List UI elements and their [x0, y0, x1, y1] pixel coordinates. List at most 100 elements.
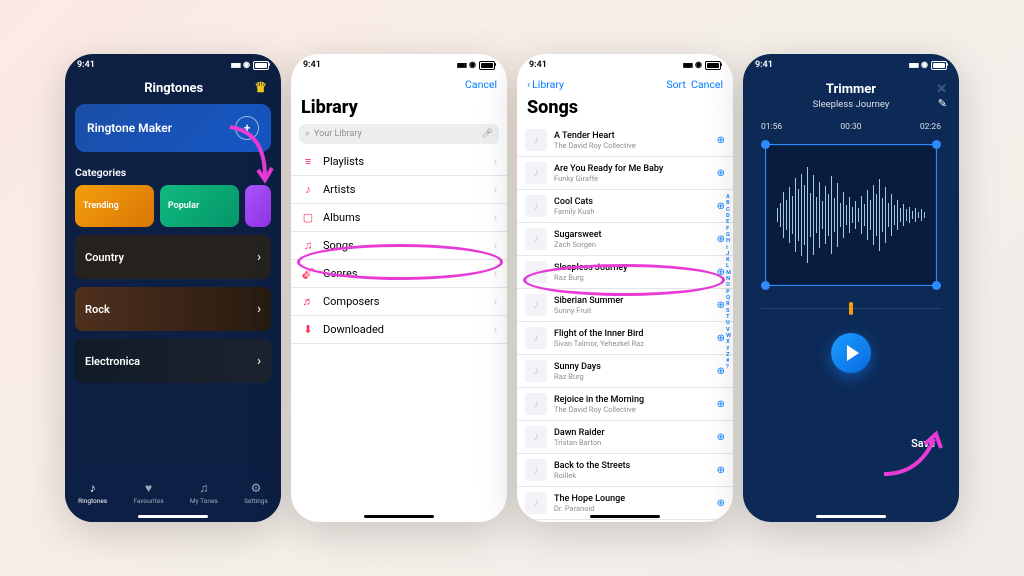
library-row-albums[interactable]: ▢Albums› — [291, 204, 507, 232]
person-icon: ♫ — [199, 481, 208, 495]
download-icon[interactable]: ⊕ — [717, 432, 725, 443]
index-letter[interactable]: ? — [726, 364, 731, 370]
chip-more[interactable] — [245, 185, 271, 227]
chip-popular[interactable]: Popular — [160, 185, 239, 227]
song-row[interactable]: ♪Flight of the Inner BirdSivan Talmor, Y… — [517, 322, 733, 355]
home-indicator[interactable] — [590, 515, 660, 518]
seek-slider[interactable] — [761, 308, 941, 309]
trim-handle-tl[interactable] — [761, 140, 770, 149]
signal-icon — [231, 60, 240, 70]
song-row[interactable]: ♪Sunny DaysRaz Burg⊕ — [517, 355, 733, 388]
status-bar: 9:41 — [65, 54, 281, 76]
song-art: ♪ — [525, 492, 547, 514]
library-row-artists[interactable]: ♪Artists› — [291, 176, 507, 204]
row-label: Artists — [323, 183, 355, 196]
sort-button[interactable]: Sort — [666, 78, 685, 91]
tab-ringtones[interactable]: ♪Ringtones — [78, 481, 107, 505]
song-row[interactable]: ♪A Tender HeartThe David Roy Collective⊕ — [517, 124, 733, 157]
library-row-composers[interactable]: ♬Composers› — [291, 288, 507, 316]
row-label: Composers — [323, 295, 379, 308]
cancel-button[interactable]: Cancel — [691, 78, 723, 91]
download-icon[interactable]: ⊕ — [717, 267, 725, 278]
song-title: Flight of the Inner Bird — [554, 329, 710, 339]
alphabet-index[interactable]: ABCDEFGHIJKLMNOPQRSTUVWXYZ#? — [726, 194, 731, 371]
header: Trimmer✕ — [743, 76, 959, 99]
library-row-songs[interactable]: ♫Songs› — [291, 232, 507, 260]
song-row[interactable]: ♪Are You Ready for Me BabyFunky Giraffe⊕ — [517, 157, 733, 190]
download-icon[interactable]: ⊕ — [717, 333, 725, 344]
song-row[interactable]: ♪Siberian SummerSunny Fruit⊕ — [517, 289, 733, 322]
tab-mytones[interactable]: ♫My Tones — [190, 481, 218, 505]
add-button[interactable]: + — [235, 116, 259, 140]
download-icon[interactable]: ⊕ — [717, 498, 725, 509]
signal-icon — [457, 60, 466, 70]
chip-trending[interactable]: Trending — [75, 185, 154, 227]
song-title: Cool Cats — [554, 197, 710, 207]
chevron-right-icon: › — [494, 183, 497, 196]
waveform-trimmer[interactable] — [761, 140, 941, 290]
genre-rock[interactable]: Rock› — [75, 287, 271, 331]
song-row[interactable]: ♪Cool CatsFamily Kush⊕ — [517, 190, 733, 223]
song-artist: Zach Sorgen — [554, 240, 710, 249]
trim-handle-br[interactable] — [932, 281, 941, 290]
home-indicator[interactable] — [816, 515, 886, 518]
download-icon[interactable]: ⊕ — [717, 399, 725, 410]
song-artist: The David Roy Collective — [554, 141, 710, 150]
tab-favourites[interactable]: ♥Favourites — [133, 481, 163, 505]
song-row[interactable]: ♪Sleepless JourneyRaz Burg⊕ — [517, 256, 733, 289]
category-chips: Trending Popular — [65, 185, 281, 227]
song-art: ♪ — [525, 129, 547, 151]
home-indicator[interactable] — [138, 515, 208, 518]
download-icon[interactable]: ⊕ — [717, 366, 725, 377]
library-row-downloaded[interactable]: ⬇Downloaded› — [291, 316, 507, 344]
seek-thumb[interactable] — [849, 302, 853, 315]
download-icon[interactable]: ⊕ — [717, 234, 725, 245]
song-artist: Sunny Fruit — [554, 306, 710, 315]
mic-icon[interactable]: 🎤︎ — [482, 129, 493, 139]
back-button[interactable]: ‹Library — [527, 78, 564, 91]
status-indicators — [683, 60, 721, 70]
chevron-right-icon: › — [494, 239, 497, 252]
search-icon: ⌕ — [305, 129, 310, 139]
song-title: Are You Ready for Me Baby — [554, 164, 710, 174]
song-row[interactable]: ♪Rejoice in the MorningThe David Roy Col… — [517, 388, 733, 421]
song-artist: Sivan Talmor, Yehezkel Raz — [554, 339, 710, 348]
home-indicator[interactable] — [364, 515, 434, 518]
annotation-arrow — [879, 424, 949, 484]
status-time: 9:41 — [303, 60, 321, 70]
save-button[interactable]: Save — [911, 437, 935, 450]
download-icon[interactable]: ⊕ — [717, 135, 725, 146]
close-icon[interactable]: ✕ — [936, 82, 947, 97]
genre-country[interactable]: Country› — [75, 235, 271, 279]
nav-bar: ‹Library Sort Cancel — [517, 76, 733, 95]
download-icon[interactable]: ⊕ — [717, 201, 725, 212]
chevron-right-icon: › — [494, 211, 497, 224]
page-title: Library — [291, 95, 507, 124]
song-title: Back to the Streets — [554, 461, 710, 471]
search-placeholder: Your Library — [314, 129, 362, 139]
genre-electronica[interactable]: Electronica› — [75, 339, 271, 383]
song-title: Siberian Summer — [554, 296, 710, 306]
cancel-button[interactable]: Cancel — [465, 78, 497, 91]
play-button[interactable] — [831, 333, 871, 373]
song-artist: Dr. Paranoid — [554, 504, 710, 513]
crown-icon[interactable]: ♛ — [254, 80, 267, 96]
status-time: 9:41 — [755, 60, 773, 70]
ringtone-maker-card[interactable]: Ringtone Maker + — [75, 104, 271, 152]
trim-handle-bl[interactable] — [761, 281, 770, 290]
song-row[interactable]: ♪Dawn RaiderTristan Barton⊕ — [517, 421, 733, 454]
row-label: Downloaded — [323, 323, 384, 336]
trim-handle-tr[interactable] — [932, 140, 941, 149]
song-row[interactable]: ♪Back to the StreetsRoillek⊕ — [517, 454, 733, 487]
download-icon[interactable]: ⊕ — [717, 465, 725, 476]
tab-settings[interactable]: ⚙Settings — [244, 481, 268, 505]
library-row-genres[interactable]: 🎸︎Genres› — [291, 260, 507, 288]
search-field[interactable]: ⌕ Your Library 🎤︎ — [299, 124, 499, 144]
download-icon[interactable]: ⊕ — [717, 300, 725, 311]
song-row[interactable]: ♪SugarsweetZach Sorgen⊕ — [517, 223, 733, 256]
library-row-playlists[interactable]: ≡Playlists› — [291, 148, 507, 176]
row-icon: ♬ — [301, 295, 315, 308]
edit-icon[interactable]: ✎ — [938, 97, 947, 110]
download-icon[interactable]: ⊕ — [717, 168, 725, 179]
header: Ringtones ♛ — [65, 76, 281, 104]
